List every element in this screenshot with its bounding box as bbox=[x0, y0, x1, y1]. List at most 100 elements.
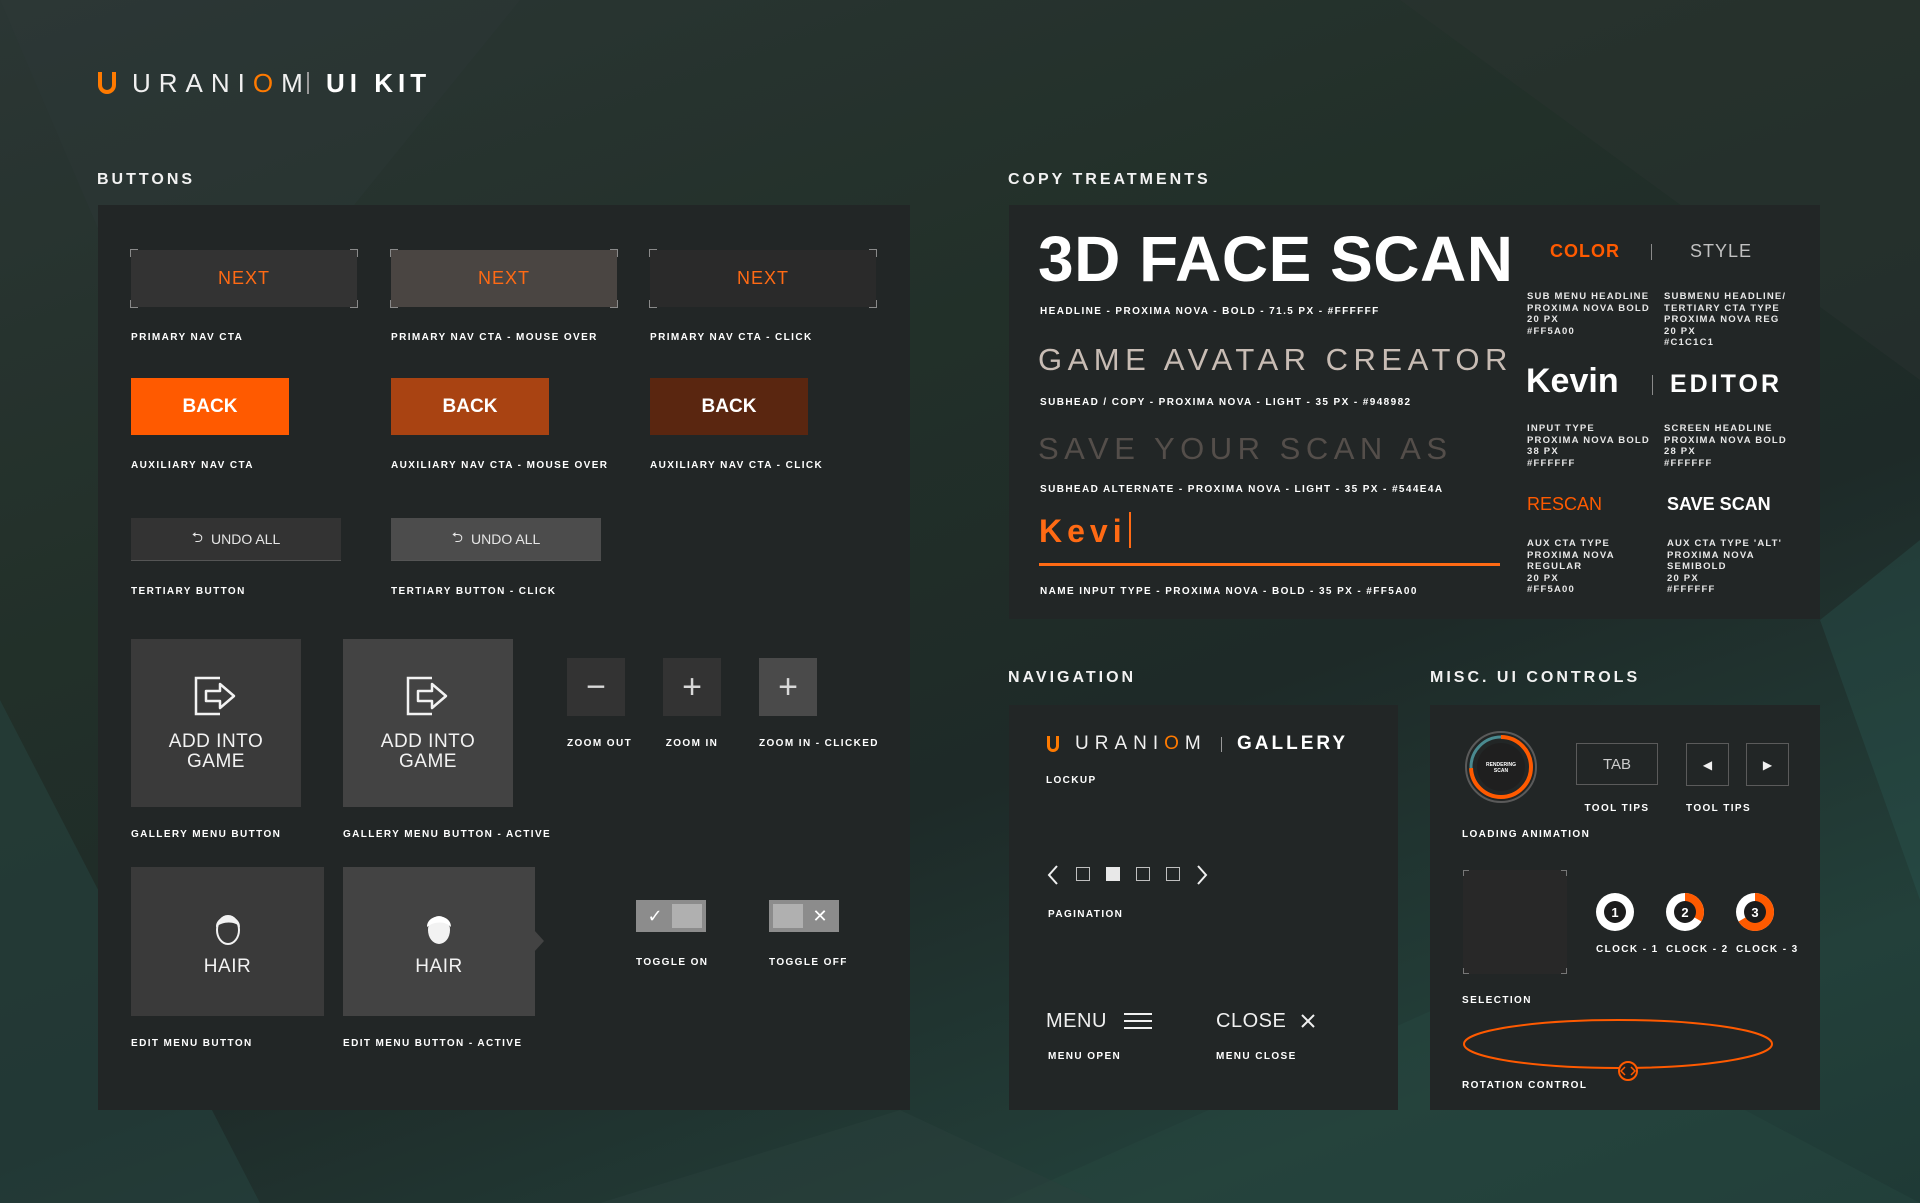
caption: TOGGLE OFF bbox=[769, 957, 848, 968]
spec-caption: INPUT TYPE PROXIMA NOVA BOLD 38 PX #FFFF… bbox=[1527, 423, 1650, 469]
zoom-out-button[interactable]: − bbox=[567, 658, 625, 716]
caption: GALLERY MENU BUTTON - ACTIVE bbox=[343, 829, 552, 840]
arrow-left-button[interactable]: ◀ bbox=[1686, 743, 1729, 786]
close-icon[interactable] bbox=[1300, 1013, 1316, 1029]
subhead-alt-sample: SAVE YOUR SCAN AS bbox=[1038, 431, 1453, 466]
rotation-control[interactable] bbox=[1462, 1018, 1782, 1082]
back-button-hover[interactable]: BACK bbox=[391, 378, 549, 435]
menu-button[interactable]: MENU bbox=[1046, 1010, 1107, 1033]
name-input-underline bbox=[1039, 563, 1500, 566]
caption: CLOCK - 2 bbox=[1666, 944, 1729, 955]
pagination-dot[interactable] bbox=[1136, 867, 1150, 881]
add-into-game-button[interactable]: ADD INTO GAME bbox=[131, 639, 301, 807]
selection-frame[interactable] bbox=[1463, 870, 1567, 974]
toggle-on[interactable]: ✓ bbox=[636, 900, 706, 932]
hamburger-icon[interactable] bbox=[1124, 1012, 1154, 1030]
tile-label: ADD INTO GAME bbox=[380, 731, 476, 772]
zoom-in-button[interactable]: + bbox=[663, 658, 721, 716]
lockup-wordmark: URANIOM bbox=[1075, 733, 1207, 754]
next-button-click[interactable]: NEXT bbox=[649, 249, 877, 308]
caption: TERTIARY BUTTON bbox=[131, 586, 246, 597]
next-button-label: NEXT bbox=[736, 268, 789, 288]
uraniom-logo-icon bbox=[1047, 736, 1059, 752]
caption: TOGGLE ON bbox=[636, 957, 709, 968]
screen-headline-sample: EDITOR bbox=[1670, 370, 1782, 398]
back-button-click[interactable]: BACK bbox=[650, 378, 808, 435]
caption: CLOCK - 1 bbox=[1596, 944, 1659, 955]
undo-all-button-click[interactable]: ⮌ UNDO ALL bbox=[391, 518, 601, 561]
caption: PAGINATION bbox=[1048, 909, 1124, 920]
caption: MENU CLOSE bbox=[1216, 1051, 1297, 1062]
hair-edit-button[interactable]: HAIR bbox=[131, 867, 324, 1016]
spec-caption: SUB MENU HEADLINE PROXIMA NOVA BOLD 20 P… bbox=[1527, 291, 1650, 337]
brand-divider bbox=[307, 72, 309, 94]
text-cursor bbox=[1128, 512, 1131, 548]
caption: TOOL TIPS bbox=[1584, 803, 1650, 814]
back-button[interactable]: BACK bbox=[131, 378, 289, 435]
hair-icon bbox=[427, 915, 451, 944]
subhead-sample: GAME AVATAR CREATOR bbox=[1038, 342, 1513, 377]
arrow-right-button[interactable]: ▶ bbox=[1746, 743, 1789, 786]
undo-all-button[interactable]: ⮌ UNDO ALL bbox=[131, 518, 341, 561]
tab-tooltip[interactable]: TAB bbox=[1576, 743, 1658, 785]
next-button-label: NEXT bbox=[217, 268, 270, 288]
caption: TOOL TIPS bbox=[1686, 803, 1752, 814]
color-tab[interactable]: COLOR bbox=[1550, 241, 1620, 262]
brand-wordmark: URANIOM bbox=[132, 68, 311, 98]
hair-edit-button-active[interactable]: HAIR bbox=[343, 867, 535, 1016]
undo-icon: ⮌ bbox=[191, 529, 203, 545]
hair-icon bbox=[215, 914, 240, 945]
caption: PRIMARY NAV CTA bbox=[131, 332, 244, 343]
spec-caption: SCREEN HEADLINE PROXIMA NOVA BOLD 28 PX … bbox=[1664, 423, 1787, 469]
undo-icon: ⮌ bbox=[451, 529, 463, 545]
name-input-field[interactable]: Kevi bbox=[1039, 512, 1131, 550]
next-button-hover[interactable]: NEXT bbox=[390, 249, 618, 308]
pagination-dot[interactable] bbox=[1166, 867, 1180, 881]
add-into-game-icon bbox=[406, 676, 448, 716]
clock-number: 2 bbox=[1674, 901, 1696, 923]
toggle-knob bbox=[672, 904, 702, 928]
caret-right-icon: ▶ bbox=[1762, 757, 1773, 772]
spec-caption: SUBHEAD ALTERNATE - PROXIMA NOVA - LIGHT… bbox=[1040, 484, 1444, 495]
zoom-in-button-clicked[interactable]: + bbox=[759, 658, 817, 716]
active-pointer-icon bbox=[534, 930, 544, 952]
caption: PRIMARY NAV CTA - CLICK bbox=[650, 332, 813, 343]
undo-all-label: UNDO ALL bbox=[470, 531, 541, 547]
spec-caption: NAME INPUT TYPE - PROXIMA NOVA - BOLD - … bbox=[1040, 586, 1418, 597]
input-type-sample: Kevin bbox=[1526, 362, 1619, 400]
spec-caption: AUX CTA TYPE PROXIMA NOVA REGULAR 20 PX … bbox=[1527, 538, 1615, 595]
caption: TERTIARY BUTTON - CLICK bbox=[391, 586, 557, 597]
style-tab[interactable]: STYLE bbox=[1690, 241, 1752, 262]
chevron-left-icon[interactable] bbox=[1046, 864, 1060, 886]
save-scan-button[interactable]: SAVE SCAN bbox=[1667, 494, 1771, 515]
next-button-label: NEXT bbox=[477, 268, 530, 288]
pagination-dot-active[interactable] bbox=[1106, 867, 1120, 881]
close-button[interactable]: CLOSE bbox=[1216, 1010, 1286, 1033]
chevron-right-icon[interactable] bbox=[1195, 864, 1209, 886]
close-icon: ✕ bbox=[812, 905, 828, 926]
clock-number: 3 bbox=[1744, 901, 1766, 923]
pagination-dot[interactable] bbox=[1076, 867, 1090, 881]
caption: AUXILIARY NAV CTA - MOUSE OVER bbox=[391, 460, 609, 471]
caption: EDIT MENU BUTTON - ACTIVE bbox=[343, 1038, 523, 1049]
misc-section-title: MISC. UI CONTROLS bbox=[1430, 669, 1641, 686]
add-into-game-icon bbox=[194, 676, 236, 716]
clock-number: 1 bbox=[1604, 901, 1626, 923]
rotation-handle-icon bbox=[1618, 1061, 1638, 1081]
tile-label: ADD INTO GAME bbox=[168, 731, 264, 772]
rescan-button[interactable]: RESCAN bbox=[1527, 494, 1602, 515]
clock-1: 1 bbox=[1596, 893, 1634, 931]
caption: ZOOM OUT bbox=[567, 738, 633, 749]
toggle-off[interactable]: ✕ bbox=[769, 900, 839, 932]
tab-divider bbox=[1651, 244, 1652, 260]
caption: MENU OPEN bbox=[1048, 1051, 1122, 1062]
caption: LOADING ANIMATION bbox=[1462, 829, 1591, 840]
caret-left-icon: ◀ bbox=[1702, 757, 1713, 772]
next-button[interactable]: NEXT bbox=[130, 249, 358, 308]
spec-caption: HEADLINE - PROXIMA NOVA - BOLD - 71.5 PX… bbox=[1040, 306, 1380, 317]
add-into-game-button-active[interactable]: ADD INTO GAME bbox=[343, 639, 513, 807]
caption: GALLERY MENU BUTTON bbox=[131, 829, 282, 840]
copy-section-title: COPY TREATMENTS bbox=[1008, 171, 1211, 188]
headline-sample: 3D FACE SCAN bbox=[1038, 223, 1514, 295]
caption: ZOOM IN bbox=[665, 738, 719, 749]
